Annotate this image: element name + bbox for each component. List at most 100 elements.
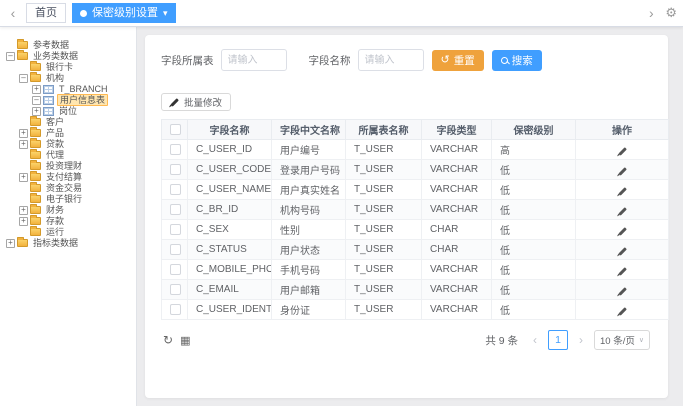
tree-expander-icon[interactable]: + xyxy=(19,129,28,138)
field-name-label: 字段名称 xyxy=(309,53,351,68)
field-table-input[interactable] xyxy=(221,49,287,71)
cell-table-name: T_USER xyxy=(346,280,422,300)
tree-expander-icon[interactable]: + xyxy=(6,239,15,248)
tree-node-label: 参考数据 xyxy=(31,40,71,50)
tree-node[interactable]: + 财务 xyxy=(0,205,136,215)
folder-icon xyxy=(30,217,41,225)
tree-node[interactable]: 运行 xyxy=(0,227,136,237)
edit-icon xyxy=(618,167,626,175)
tree-expander-icon[interactable]: + xyxy=(19,173,28,182)
row-checkbox[interactable] xyxy=(170,204,181,215)
content-card: 字段所属表 字段名称 ↺ 重置 搜索 批量修改 xyxy=(145,35,668,398)
tree-node[interactable]: – 机构 xyxy=(0,73,136,83)
tree-expander-icon[interactable]: + xyxy=(19,140,28,149)
field-name-input[interactable] xyxy=(358,49,424,71)
cell-table-name: T_USER xyxy=(346,140,422,160)
tree-node[interactable]: 参考数据 xyxy=(0,40,136,50)
row-edit-button[interactable] xyxy=(614,222,631,237)
table-row: C_EMAIL 用户邮箱 T_USER VARCHAR 低 xyxy=(162,280,669,300)
page-size-select[interactable]: 10 条/页 ∨ xyxy=(594,330,650,350)
tree-node[interactable]: + 指标类数据 xyxy=(0,238,136,248)
tabs-scroll-right-icon[interactable]: › xyxy=(644,5,658,21)
tree-node-label: 机构 xyxy=(44,73,66,83)
prev-page-button[interactable]: ‹ xyxy=(528,333,542,347)
table-row: C_USER_CODE 登录用户号码 T_USER VARCHAR 低 xyxy=(162,160,669,180)
tree-expander-icon[interactable]: + xyxy=(19,206,28,215)
tree-node[interactable]: 资金交易 xyxy=(0,183,136,193)
cell-field-cname: 用户邮箱 xyxy=(272,280,346,300)
tree-node-label: 电子银行 xyxy=(44,194,84,204)
chevron-down-icon[interactable]: ▾ xyxy=(163,4,168,22)
gear-icon[interactable]: ⚙ xyxy=(665,5,677,21)
tree-expander-icon[interactable]: – xyxy=(32,96,41,105)
row-edit-button[interactable] xyxy=(614,162,631,177)
tree-node[interactable]: 客户 xyxy=(0,117,136,127)
cell-field-type: CHAR xyxy=(422,240,492,260)
cell-table-name: T_USER xyxy=(346,240,422,260)
cell-field-name: C_STATUS xyxy=(188,240,272,260)
next-page-button[interactable]: › xyxy=(574,333,588,347)
reset-button[interactable]: ↺ 重置 xyxy=(432,50,484,71)
edit-icon xyxy=(618,227,626,235)
tree-node-label: 指标类数据 xyxy=(31,238,80,248)
tree-expander-icon[interactable]: – xyxy=(19,74,28,83)
tree-node[interactable]: + 支付结算 xyxy=(0,172,136,182)
row-checkbox[interactable] xyxy=(170,284,181,295)
row-edit-button[interactable] xyxy=(614,262,631,277)
edit-icon xyxy=(170,98,178,106)
folder-icon xyxy=(30,74,41,82)
tree-node[interactable]: 代理 xyxy=(0,150,136,160)
tree-node[interactable]: 电子银行 xyxy=(0,194,136,204)
cell-field-cname: 用户编号 xyxy=(272,140,346,160)
tab-secret-level-settings[interactable]: 保密级别设置 ▾ xyxy=(72,3,176,23)
tabs-scroll-left-icon[interactable]: ‹ xyxy=(6,5,20,21)
tree-expander-icon[interactable]: + xyxy=(32,85,41,94)
tree-expander-icon[interactable]: + xyxy=(19,217,28,226)
refresh-icon[interactable]: ↻ xyxy=(163,333,173,347)
cell-field-name: C_USER_CODE xyxy=(188,160,272,180)
column-settings-icon[interactable]: ▦ xyxy=(180,334,190,347)
tree-expander-icon[interactable]: + xyxy=(32,107,41,116)
table-toolbar: 批量修改 xyxy=(153,85,660,119)
active-tab-dot-icon xyxy=(80,10,87,17)
edit-icon xyxy=(618,307,626,315)
row-edit-button[interactable] xyxy=(614,142,631,157)
row-edit-button[interactable] xyxy=(614,302,631,317)
row-checkbox[interactable] xyxy=(170,244,181,255)
tree-node-label: 银行卡 xyxy=(44,62,75,72)
tree-node[interactable]: – 用户信息表 xyxy=(0,95,136,105)
tree-expander-icon[interactable]: – xyxy=(6,52,15,61)
folder-icon xyxy=(30,195,41,203)
row-checkbox[interactable] xyxy=(170,264,181,275)
header-actions: 操作 xyxy=(576,120,669,140)
select-all-checkbox[interactable] xyxy=(170,124,181,135)
tree-node[interactable]: + 贷款 xyxy=(0,139,136,149)
filter-bar: 字段所属表 字段名称 ↺ 重置 搜索 xyxy=(153,45,660,85)
folder-icon xyxy=(17,52,28,60)
row-edit-button[interactable] xyxy=(614,242,631,257)
tree-node-label: 客户 xyxy=(44,117,66,127)
row-edit-button[interactable] xyxy=(614,182,631,197)
table-body: C_USER_ID 用户编号 T_USER VARCHAR 高 C_USER_C… xyxy=(162,140,669,320)
row-edit-button[interactable] xyxy=(614,202,631,217)
row-edit-button[interactable] xyxy=(614,282,631,297)
tree-node[interactable]: + T_BRANCH xyxy=(0,84,136,94)
tree-node[interactable]: 投资理财 xyxy=(0,161,136,171)
tree-node[interactable]: + 存款 xyxy=(0,216,136,226)
tree-node[interactable]: + 岗位 xyxy=(0,106,136,116)
row-checkbox[interactable] xyxy=(170,144,181,155)
tree-node-label: 代理 xyxy=(44,150,66,160)
search-button[interactable]: 搜索 xyxy=(492,50,542,71)
batch-edit-button[interactable]: 批量修改 xyxy=(161,93,231,111)
row-checkbox[interactable] xyxy=(170,184,181,195)
table-row: C_MOBILE_PHONE 手机号码 T_USER VARCHAR 低 xyxy=(162,260,669,280)
cell-field-cname: 身份证 xyxy=(272,300,346,320)
tree-node[interactable]: 银行卡 xyxy=(0,62,136,72)
row-checkbox[interactable] xyxy=(170,164,181,175)
tab-home[interactable]: 首页 xyxy=(26,3,66,23)
page-number-button[interactable]: 1 xyxy=(548,330,568,350)
tree-node[interactable]: – 业务类数据 xyxy=(0,51,136,61)
row-checkbox[interactable] xyxy=(170,304,181,315)
row-checkbox[interactable] xyxy=(170,224,181,235)
tree-node[interactable]: + 产品 xyxy=(0,128,136,138)
